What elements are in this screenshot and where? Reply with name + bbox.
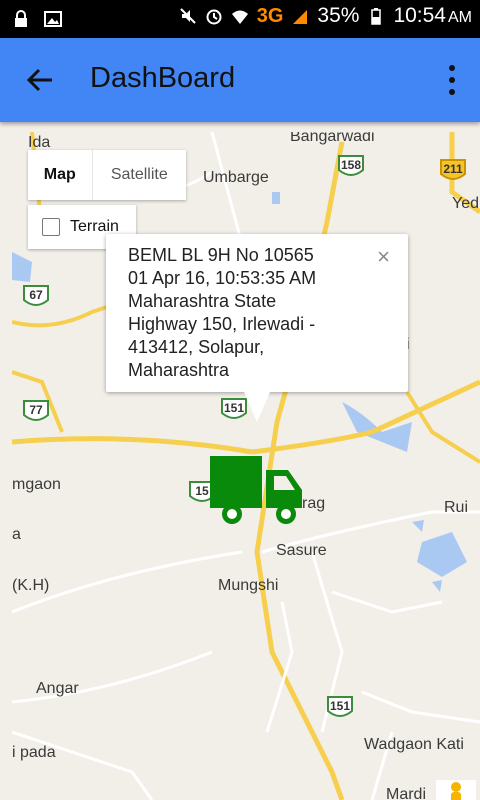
battery-percent: 35% (317, 4, 360, 27)
highway-number: 151 (329, 699, 351, 713)
place-rag: rag (302, 495, 326, 512)
alarm-icon (206, 9, 222, 25)
lock-icon (15, 10, 27, 27)
info-window-text: BEML BL 9H No 10565 01 Apr 16, 10:53:35 … (128, 244, 378, 382)
close-icon[interactable]: × (377, 246, 390, 268)
highway-number: 211 (443, 162, 463, 176)
info-line-timestamp: 01 Apr 16, 10:53:35 AM (128, 268, 317, 288)
place-a: a (12, 526, 21, 543)
info-line-address-1: Maharashtra State (128, 291, 277, 311)
clock-time: 10:54 (393, 4, 446, 27)
place-sasure: Sasure (276, 542, 327, 559)
pegman-figure-icon (451, 782, 461, 800)
place-rui: Rui (444, 499, 469, 516)
network-type: 3G (256, 4, 284, 27)
place-ipada: i pada (12, 744, 56, 761)
place-kh: (K.H) (12, 577, 50, 594)
highway-number: 67 (29, 288, 43, 302)
place-mgaon: mgaon (12, 476, 61, 493)
street-view-pegman-icon[interactable] (436, 780, 476, 800)
truck-marker-icon[interactable] (208, 454, 304, 526)
map-type-control: Map Satellite (28, 150, 186, 200)
place-umbarge: Umbarge (203, 169, 269, 186)
highway-number: 77 (29, 403, 43, 417)
battery-icon (371, 8, 382, 25)
clock: 10:54 AM (393, 4, 472, 28)
info-window: BEML BL 9H No 10565 01 Apr 16, 10:53:35 … (106, 234, 408, 422)
clock-ampm: AM (448, 9, 472, 26)
more-vert-icon[interactable] (446, 62, 458, 98)
place-angar: Angar (36, 680, 79, 697)
signal-icon (293, 10, 308, 24)
highway-shield-211: 211 (439, 158, 467, 184)
highway-shield-151-south: 151 (326, 695, 354, 721)
place-mardi: Mardi (386, 786, 427, 800)
map-view[interactable]: Ida Bangarwadi Umbarge Yed i mgaon rag R… (12, 132, 480, 800)
map-type-satellite-button[interactable]: Satellite (93, 150, 186, 200)
status-bar: 3G 35% 10:54 AM (0, 0, 480, 38)
wifi-icon (231, 10, 248, 24)
terrain-checkbox[interactable] (42, 218, 60, 236)
app-bar: DashBoard (0, 38, 480, 122)
info-line-address-2: Highway 150, Irlewadi - (128, 314, 316, 334)
place-yed: Yed (452, 195, 479, 212)
info-line-address-3: 413412, Solapur, (128, 337, 265, 357)
map-type-map-button[interactable]: Map (28, 150, 93, 200)
info-line-vehicle: BEML BL 9H No 10565 (128, 245, 314, 265)
info-window-pointer (244, 392, 270, 422)
mute-icon (180, 8, 196, 24)
info-line-address-4: Maharashtra (128, 360, 230, 380)
place-mungshi: Mungshi (218, 577, 279, 594)
image-icon (44, 11, 62, 27)
page-title: DashBoard (90, 62, 236, 94)
highway-number: 158 (340, 158, 362, 172)
highway-shield-158: 158 (337, 154, 365, 180)
highway-shield-67: 67 (22, 284, 50, 310)
place-wadgaon-kati: Wadgaon Kati (364, 736, 464, 753)
back-arrow-icon[interactable] (22, 62, 58, 98)
place-bangarwadi: Bangarwadi (290, 132, 375, 145)
highway-shield-77: 77 (22, 399, 50, 425)
